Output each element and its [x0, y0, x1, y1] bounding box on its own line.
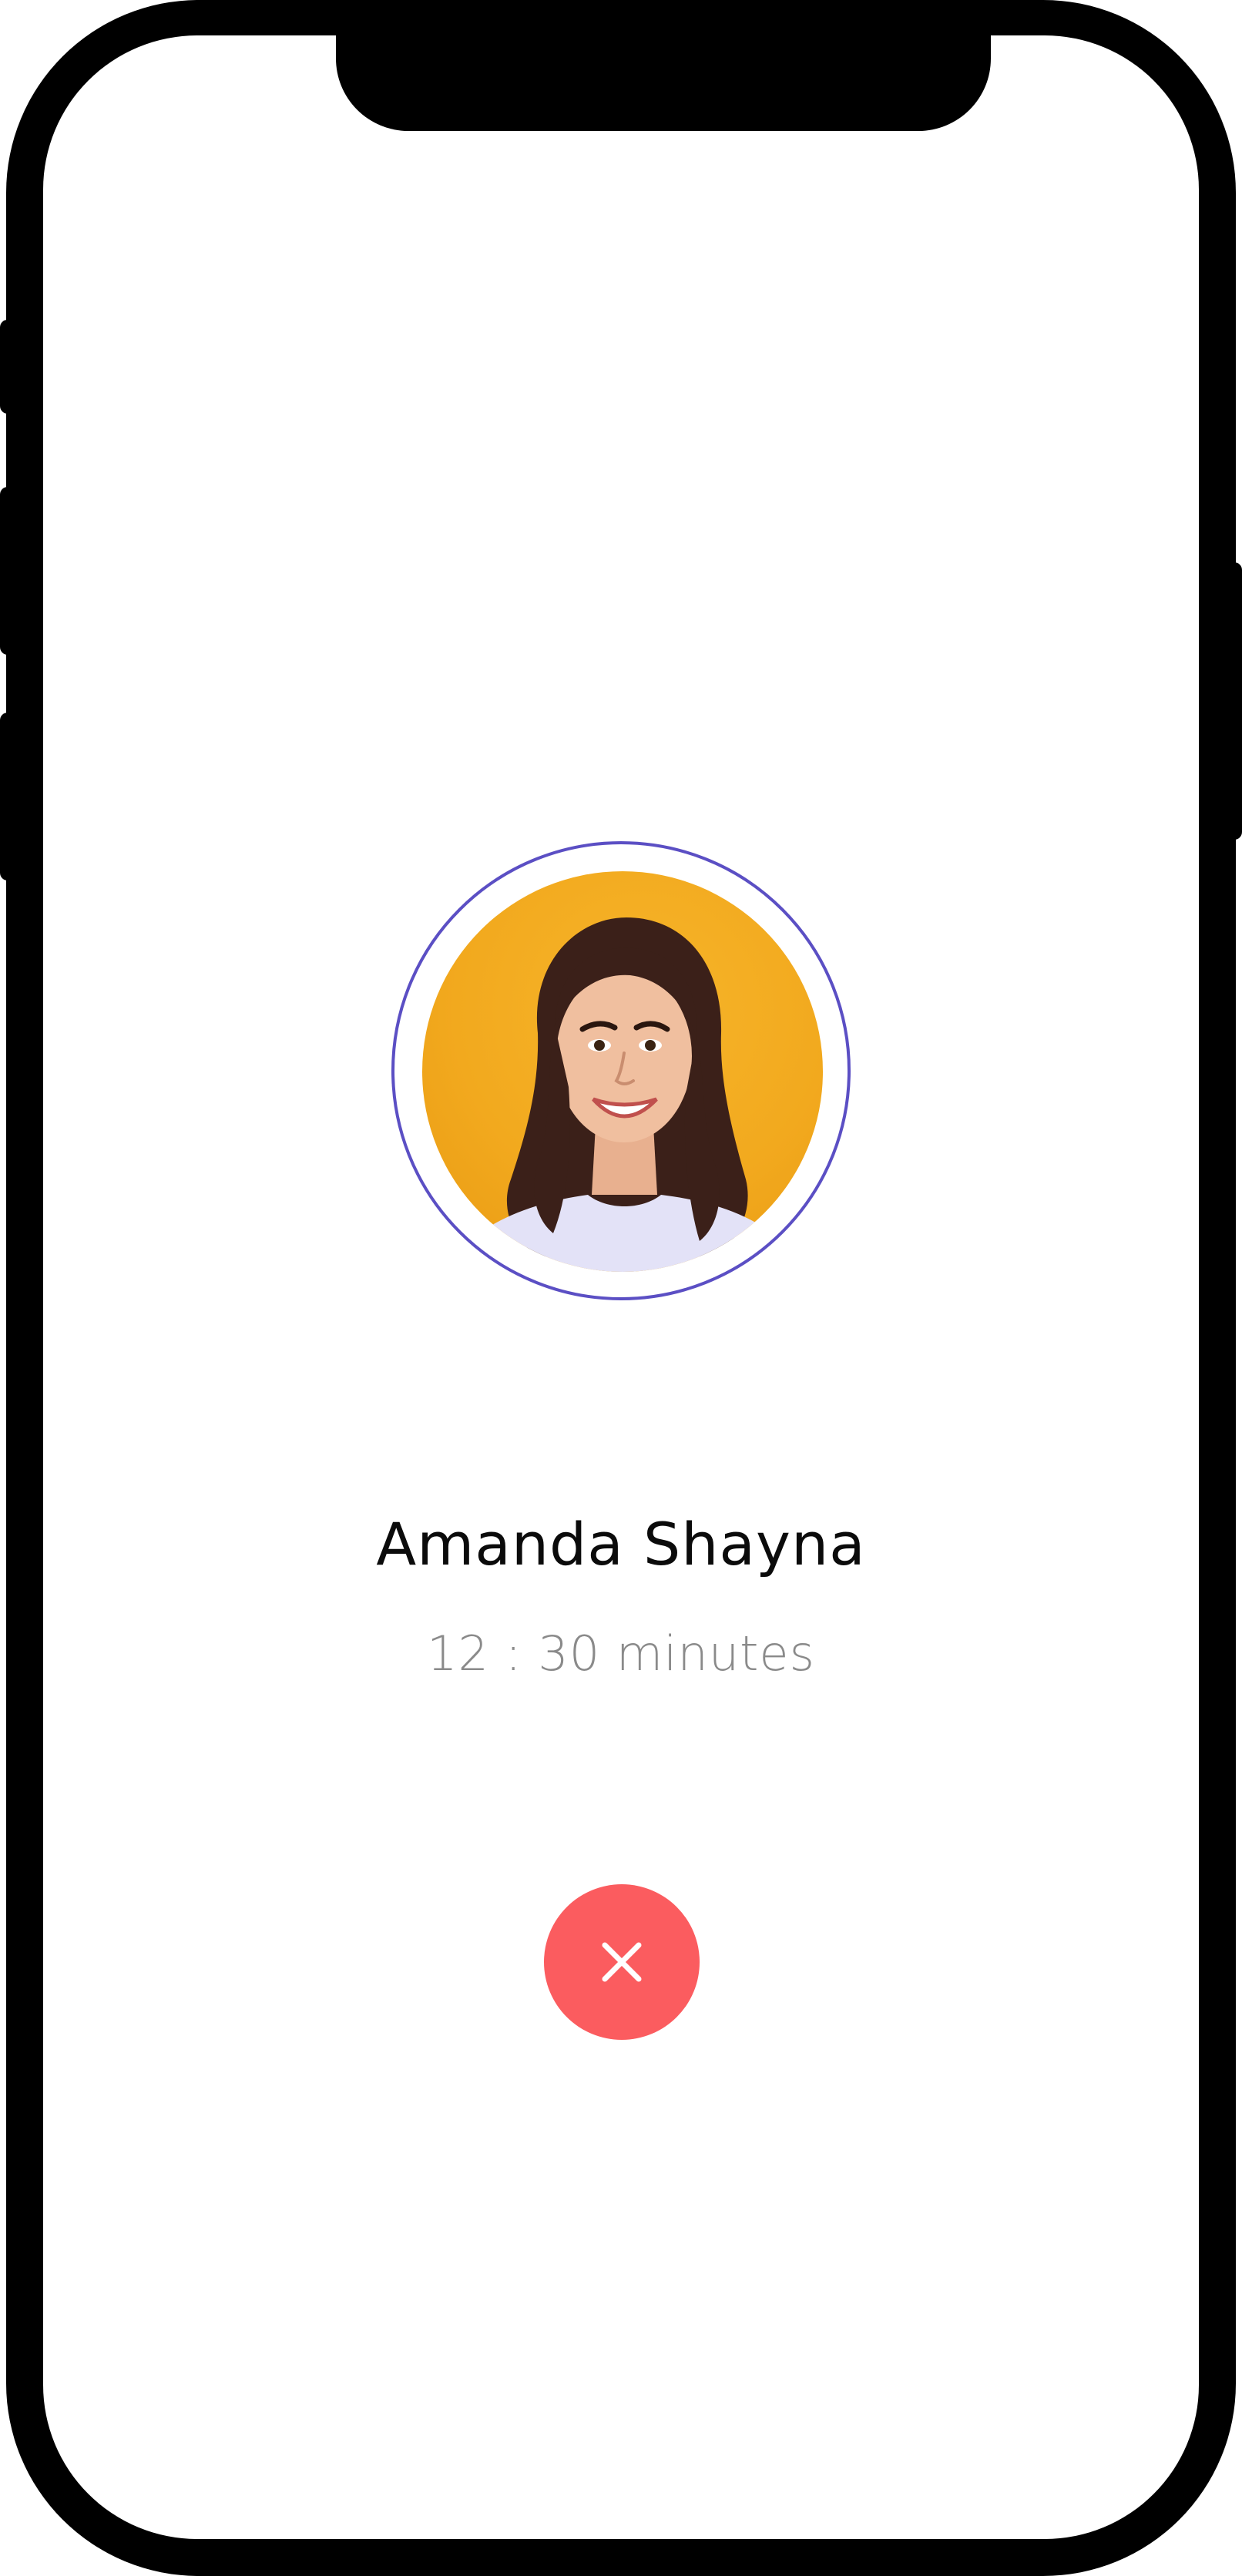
end-call-button[interactable] — [544, 1884, 700, 2040]
volume-down-button — [0, 713, 15, 880]
close-icon — [602, 1942, 642, 1982]
woman-portrait-icon — [445, 917, 807, 1272]
notch — [336, 35, 991, 131]
call-duration: 12 : 30 minutes — [427, 1625, 815, 1682]
power-button — [1227, 562, 1242, 840]
mute-switch — [0, 320, 15, 414]
caller-name: Amanda Shayna — [376, 1510, 866, 1578]
avatar — [422, 871, 823, 1272]
volume-up-button — [0, 487, 15, 655]
